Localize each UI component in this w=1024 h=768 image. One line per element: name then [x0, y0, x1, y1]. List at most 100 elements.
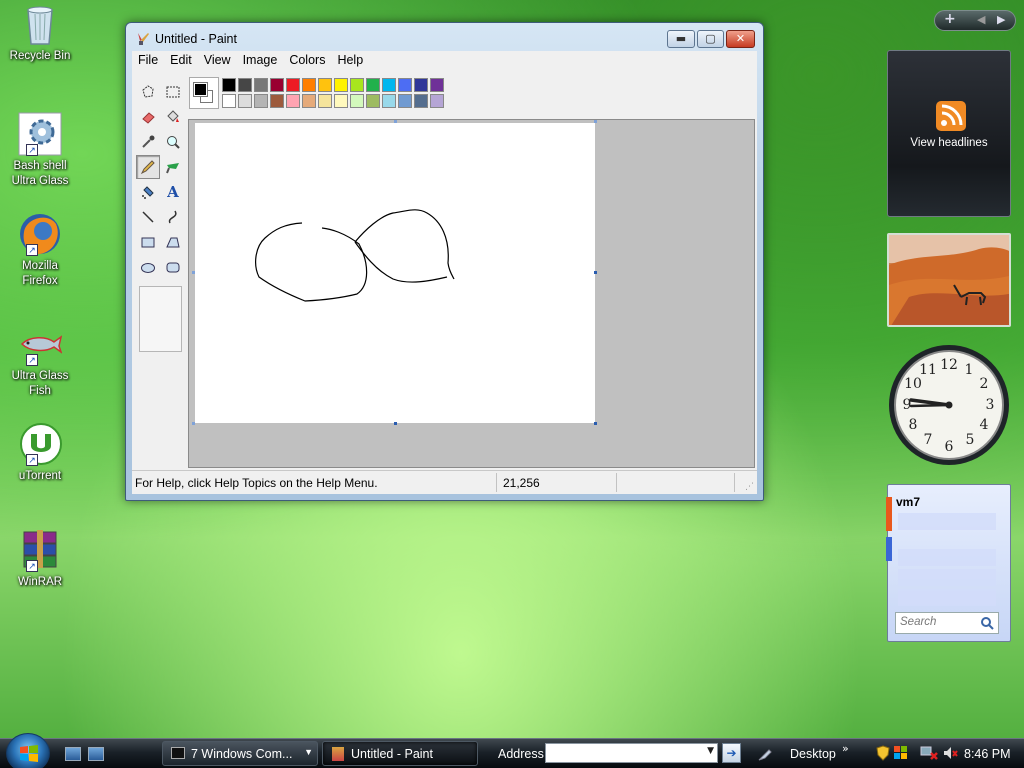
contact-entry[interactable] [898, 513, 996, 530]
menu-colors[interactable]: Colors [283, 51, 331, 67]
palette-color-swatch[interactable] [398, 78, 412, 92]
windows-security-icon[interactable] [893, 745, 909, 761]
polygon-tool[interactable] [161, 230, 185, 254]
resize-grip-icon[interactable]: ⋰ [745, 482, 754, 492]
desktop-icon-ultra-glass-fish[interactable]: ↗ Ultra Glass Fish [4, 322, 76, 399]
taskbar-button-windows-command[interactable]: 7 Windows Com... ▼ [162, 741, 318, 766]
pick-color-tool[interactable] [136, 130, 160, 154]
group-dropdown-icon[interactable]: ▼ [304, 747, 313, 757]
pencil-tool[interactable] [136, 155, 160, 179]
contact-entry[interactable] [898, 589, 996, 606]
menu-view[interactable]: View [198, 51, 237, 67]
palette-color-swatch[interactable] [382, 94, 396, 108]
foreground-color-swatch[interactable] [193, 82, 208, 97]
resize-handle-right[interactable] [594, 271, 597, 274]
desktop-toolbar-label[interactable]: Desktop [790, 747, 836, 761]
palette-color-swatch[interactable] [254, 78, 268, 92]
magnifier-tool[interactable] [161, 130, 185, 154]
close-button[interactable]: ✕ [726, 30, 755, 48]
palette-color-swatch[interactable] [238, 94, 252, 108]
desktop-icon-firefox[interactable]: ↗ Mozilla Firefox [4, 212, 76, 289]
palette-color-swatch[interactable] [302, 94, 316, 108]
rectangle-tool[interactable] [136, 230, 160, 254]
maximize-button[interactable]: ▢ [697, 30, 724, 48]
address-go-button[interactable]: ➔ [722, 743, 741, 763]
desktop-icon-utorrent[interactable]: ↗ uTorrent [4, 422, 76, 484]
start-button[interactable] [6, 733, 50, 768]
network-disconnected-icon[interactable] [920, 745, 938, 761]
switch-windows-icon[interactable] [88, 747, 104, 761]
palette-color-swatch[interactable] [430, 78, 444, 92]
palette-color-swatch[interactable] [430, 94, 444, 108]
palette-color-swatch[interactable] [366, 94, 380, 108]
palette-color-swatch[interactable] [270, 94, 284, 108]
rounded-rectangle-tool[interactable] [161, 255, 185, 279]
menu-file[interactable]: File [132, 51, 164, 67]
drawing-canvas[interactable] [195, 123, 595, 423]
palette-color-swatch[interactable] [350, 78, 364, 92]
system-clock[interactable]: 8:46 PM [964, 747, 1011, 761]
palette-color-swatch[interactable] [254, 94, 268, 108]
feed-headlines-gadget[interactable]: View headlines [887, 50, 1011, 217]
menu-edit[interactable]: Edit [164, 51, 198, 67]
palette-color-swatch[interactable] [318, 94, 332, 108]
desktop-icon-winrar[interactable]: ↗ WinRAR [4, 528, 76, 590]
palette-color-swatch[interactable] [286, 78, 300, 92]
view-headlines-link[interactable]: View headlines [888, 137, 1010, 149]
security-shield-icon[interactable] [876, 745, 890, 761]
line-tool[interactable] [136, 205, 160, 229]
previous-page-icon[interactable]: ◀ [977, 13, 985, 26]
add-gadget-icon[interactable]: + [944, 11, 956, 27]
ellipse-tool[interactable] [136, 255, 160, 279]
palette-color-swatch[interactable] [414, 78, 428, 92]
desktop-icon-recycle-bin[interactable]: Recycle Bin [4, 2, 76, 64]
resize-handle-bottom[interactable] [394, 422, 397, 425]
palette-color-swatch[interactable] [238, 78, 252, 92]
palette-color-swatch[interactable] [398, 94, 412, 108]
airbrush-tool[interactable] [136, 180, 160, 204]
volume-icon[interactable] [942, 745, 958, 761]
eraser-tool[interactable] [136, 105, 160, 129]
palette-color-swatch[interactable] [350, 94, 364, 108]
menu-image[interactable]: Image [237, 51, 284, 67]
next-page-icon[interactable]: ▶ [997, 13, 1005, 26]
address-dropdown-icon[interactable]: ▼ [707, 746, 714, 756]
minimize-button[interactable]: ▬ [667, 30, 695, 48]
tool-options-box[interactable] [139, 286, 182, 352]
contact-entry[interactable] [898, 549, 996, 566]
curve-tool[interactable] [161, 205, 185, 229]
palette-color-swatch[interactable] [286, 94, 300, 108]
address-input[interactable]: ▼ [545, 743, 718, 763]
palette-color-swatch[interactable] [222, 78, 236, 92]
contacts-gadget[interactable]: vm7 Search [886, 484, 1011, 642]
clock-gadget[interactable]: 12 1 2 345 678 9 10 11 [887, 343, 1011, 467]
palette-color-swatch[interactable] [382, 78, 396, 92]
current-colors[interactable] [189, 77, 219, 109]
text-tool[interactable]: A [161, 180, 185, 204]
palette-color-swatch[interactable] [414, 94, 428, 108]
slideshow-gadget[interactable] [887, 233, 1011, 327]
palette-color-swatch[interactable] [222, 94, 236, 108]
palette-color-swatch[interactable] [270, 78, 284, 92]
desktop-icon-bash-shell[interactable]: ↗ Bash shell Ultra Glass [4, 112, 76, 189]
canvas-scroll-area[interactable] [188, 119, 755, 468]
brush-tool[interactable] [161, 155, 185, 179]
palette-color-swatch[interactable] [318, 78, 332, 92]
toolbar-overflow-icon[interactable]: » [842, 742, 849, 755]
desktop-toolbar-icon[interactable] [757, 746, 773, 762]
palette-color-swatch[interactable] [302, 78, 316, 92]
title-bar[interactable]: Untitled - Paint ▬ ▢ ✕ [126, 23, 763, 53]
palette-color-swatch[interactable] [334, 78, 348, 92]
free-form-select-tool[interactable] [136, 80, 160, 104]
search-icon[interactable] [980, 616, 994, 630]
palette-color-swatch[interactable] [334, 94, 348, 108]
resize-handle-corner[interactable] [594, 422, 597, 425]
contacts-search-input[interactable]: Search [895, 612, 999, 634]
palette-color-swatch[interactable] [366, 78, 380, 92]
show-desktop-icon[interactable] [65, 747, 81, 761]
fill-tool[interactable] [161, 105, 185, 129]
paint-window[interactable]: Untitled - Paint ▬ ▢ ✕ File Edit View Image… [125, 22, 764, 501]
contact-entry[interactable] [898, 569, 996, 586]
rectangle-select-tool[interactable] [161, 80, 185, 104]
menu-help[interactable]: Help [331, 51, 369, 67]
